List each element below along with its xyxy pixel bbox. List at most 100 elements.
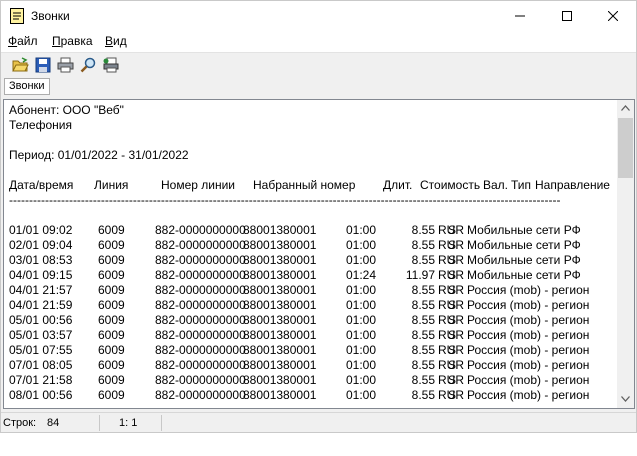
row-line-number: 882-0000000000	[155, 268, 246, 282]
row-date: 05/01 07:55	[9, 343, 73, 357]
menu-file[interactable]: Файл	[8, 34, 38, 48]
print-icon	[57, 57, 74, 73]
row-type: S	[448, 238, 457, 252]
row-cost: 8.55	[411, 223, 435, 237]
row-line: 6009	[98, 253, 125, 267]
menu-edit[interactable]: Правка	[52, 34, 93, 48]
row-line: 6009	[98, 388, 125, 402]
row-date: 05/01 03:57	[9, 328, 73, 342]
row-direction: Россия (mob) - регион	[467, 343, 590, 357]
save-button[interactable]	[33, 56, 53, 74]
row-direction: Россия (mob) - регион	[467, 283, 590, 297]
row-direction: Россия (mob) - регион	[467, 298, 590, 312]
print-preview-button[interactable]	[100, 56, 120, 74]
menu-view[interactable]: Вид	[105, 34, 127, 48]
report-viewer[interactable]: Абонент: ООО "Веб" Телефония Период: 01/…	[3, 99, 635, 409]
call-rows: 01/01 09:02 6009 882-0000000000 88001380001…	[9, 223, 613, 405]
toolbar	[1, 53, 636, 77]
menu-edit-accel: П	[52, 34, 61, 48]
close-icon	[608, 11, 618, 21]
table-row: 04/01 21:57 6009 882-0000000000 88001380001…	[9, 283, 613, 298]
menu-view-accel: В	[105, 34, 114, 48]
title-bar[interactable]: Звонки	[1, 1, 636, 31]
status-rows-label: Строк:	[3, 417, 37, 429]
row-cost: 8.55	[411, 343, 435, 357]
column-headers: Дата/время Линия Номер линии Набранный н…	[9, 178, 613, 193]
scroll-down-button[interactable]	[617, 391, 634, 408]
row-dialed: 88001380001	[243, 238, 317, 252]
open-button[interactable]	[10, 56, 30, 74]
status-divider	[99, 415, 100, 431]
vertical-scrollbar[interactable]	[617, 100, 634, 408]
row-cost: 8.55	[412, 403, 435, 405]
row-cost: 8.55	[411, 283, 435, 297]
row-type: S	[448, 253, 457, 267]
row-date: 02/01 09:04	[9, 238, 73, 252]
search-icon	[80, 57, 96, 73]
menu-bar: Файл Правка Вид	[1, 31, 636, 53]
minimize-button[interactable]	[497, 1, 543, 31]
maximize-icon	[562, 11, 572, 21]
header-date: Дата/время	[9, 178, 74, 192]
menu-edit-label: равка	[60, 34, 93, 48]
row-direction: Россия (mob) - регион	[467, 358, 590, 372]
row-line-number: 882-0000000000	[155, 343, 246, 357]
row-cost: 8.55	[411, 298, 435, 312]
scrollbar-thumb[interactable]	[618, 118, 633, 178]
menu-view-label: ид	[113, 34, 127, 48]
report-period: Период: 01/01/2022 - 31/01/2022	[9, 148, 189, 162]
header-dialed: Набранный номер	[253, 178, 356, 192]
open-folder-icon	[12, 57, 29, 72]
close-button[interactable]	[590, 1, 636, 31]
tab-calls[interactable]: Звонки	[4, 78, 50, 95]
report-content: Абонент: ООО "Веб" Телефония Период: 01/…	[9, 103, 613, 405]
row-duration: 01:00	[345, 358, 376, 372]
row-dialed: 88001380001	[243, 223, 317, 237]
row-cost: 8.55	[411, 358, 435, 372]
header-direction: Направление	[535, 178, 610, 192]
row-duration: 01:00	[345, 238, 376, 252]
table-row: 08/01 03:57 6009 882-000000000088001380001…	[9, 403, 613, 405]
menu-file-label: айл	[17, 34, 38, 48]
row-cost: 8.55	[411, 238, 435, 252]
row-direction: Россия (mob) - регион	[467, 328, 590, 342]
find-button[interactable]	[78, 56, 98, 74]
table-row: 04/01 09:15 6009 882-0000000000 88001380001…	[9, 268, 613, 283]
separator-line: ----------------------------------------…	[9, 193, 561, 207]
report-service: Телефония	[9, 118, 72, 132]
print-preview-icon	[103, 57, 119, 73]
maximize-button[interactable]	[544, 1, 590, 31]
header-duration: Длит.	[383, 178, 413, 192]
row-type: S	[448, 328, 457, 342]
print-button[interactable]	[55, 56, 75, 74]
row-dialed: 88001380001	[243, 328, 317, 342]
row-type: S	[448, 283, 457, 297]
row-direction: Россия (mob) - регион	[467, 313, 590, 327]
row-line: 6009	[98, 298, 125, 312]
row-duration: 01:00	[345, 388, 376, 402]
window-title: Звонки	[31, 9, 70, 23]
header-currency: Вал.	[483, 178, 509, 192]
row-line-number: 882-0000000000	[155, 313, 246, 327]
table-row: 05/01 03:57 6009 882-0000000000 88001380001…	[9, 328, 613, 343]
row-line-number: 882-0000000000	[155, 358, 246, 372]
row-dialed: 88001380001	[243, 403, 316, 405]
row-line-number: 882-0000000000	[155, 328, 246, 342]
row-direction: Россия (mob) - регион	[467, 388, 590, 402]
status-divider	[161, 415, 162, 431]
header-cost: Стоимость	[420, 178, 481, 192]
row-type: S	[448, 298, 457, 312]
row-direction: Россия (mob) - регион	[467, 373, 590, 387]
row-duration: 01:00	[345, 253, 376, 267]
row-line: 6009	[98, 238, 125, 252]
row-type: S	[448, 358, 457, 372]
scroll-up-button[interactable]	[617, 100, 634, 117]
row-line-number: 882-0000000000	[155, 223, 246, 237]
row-cost: 8.55	[411, 328, 435, 342]
row-direction: Мобильные сети РФ	[467, 223, 581, 237]
report-subscriber: Абонент: ООО "Веб"	[9, 103, 124, 117]
minimize-icon	[515, 15, 525, 17]
row-line: 6009	[98, 358, 125, 372]
